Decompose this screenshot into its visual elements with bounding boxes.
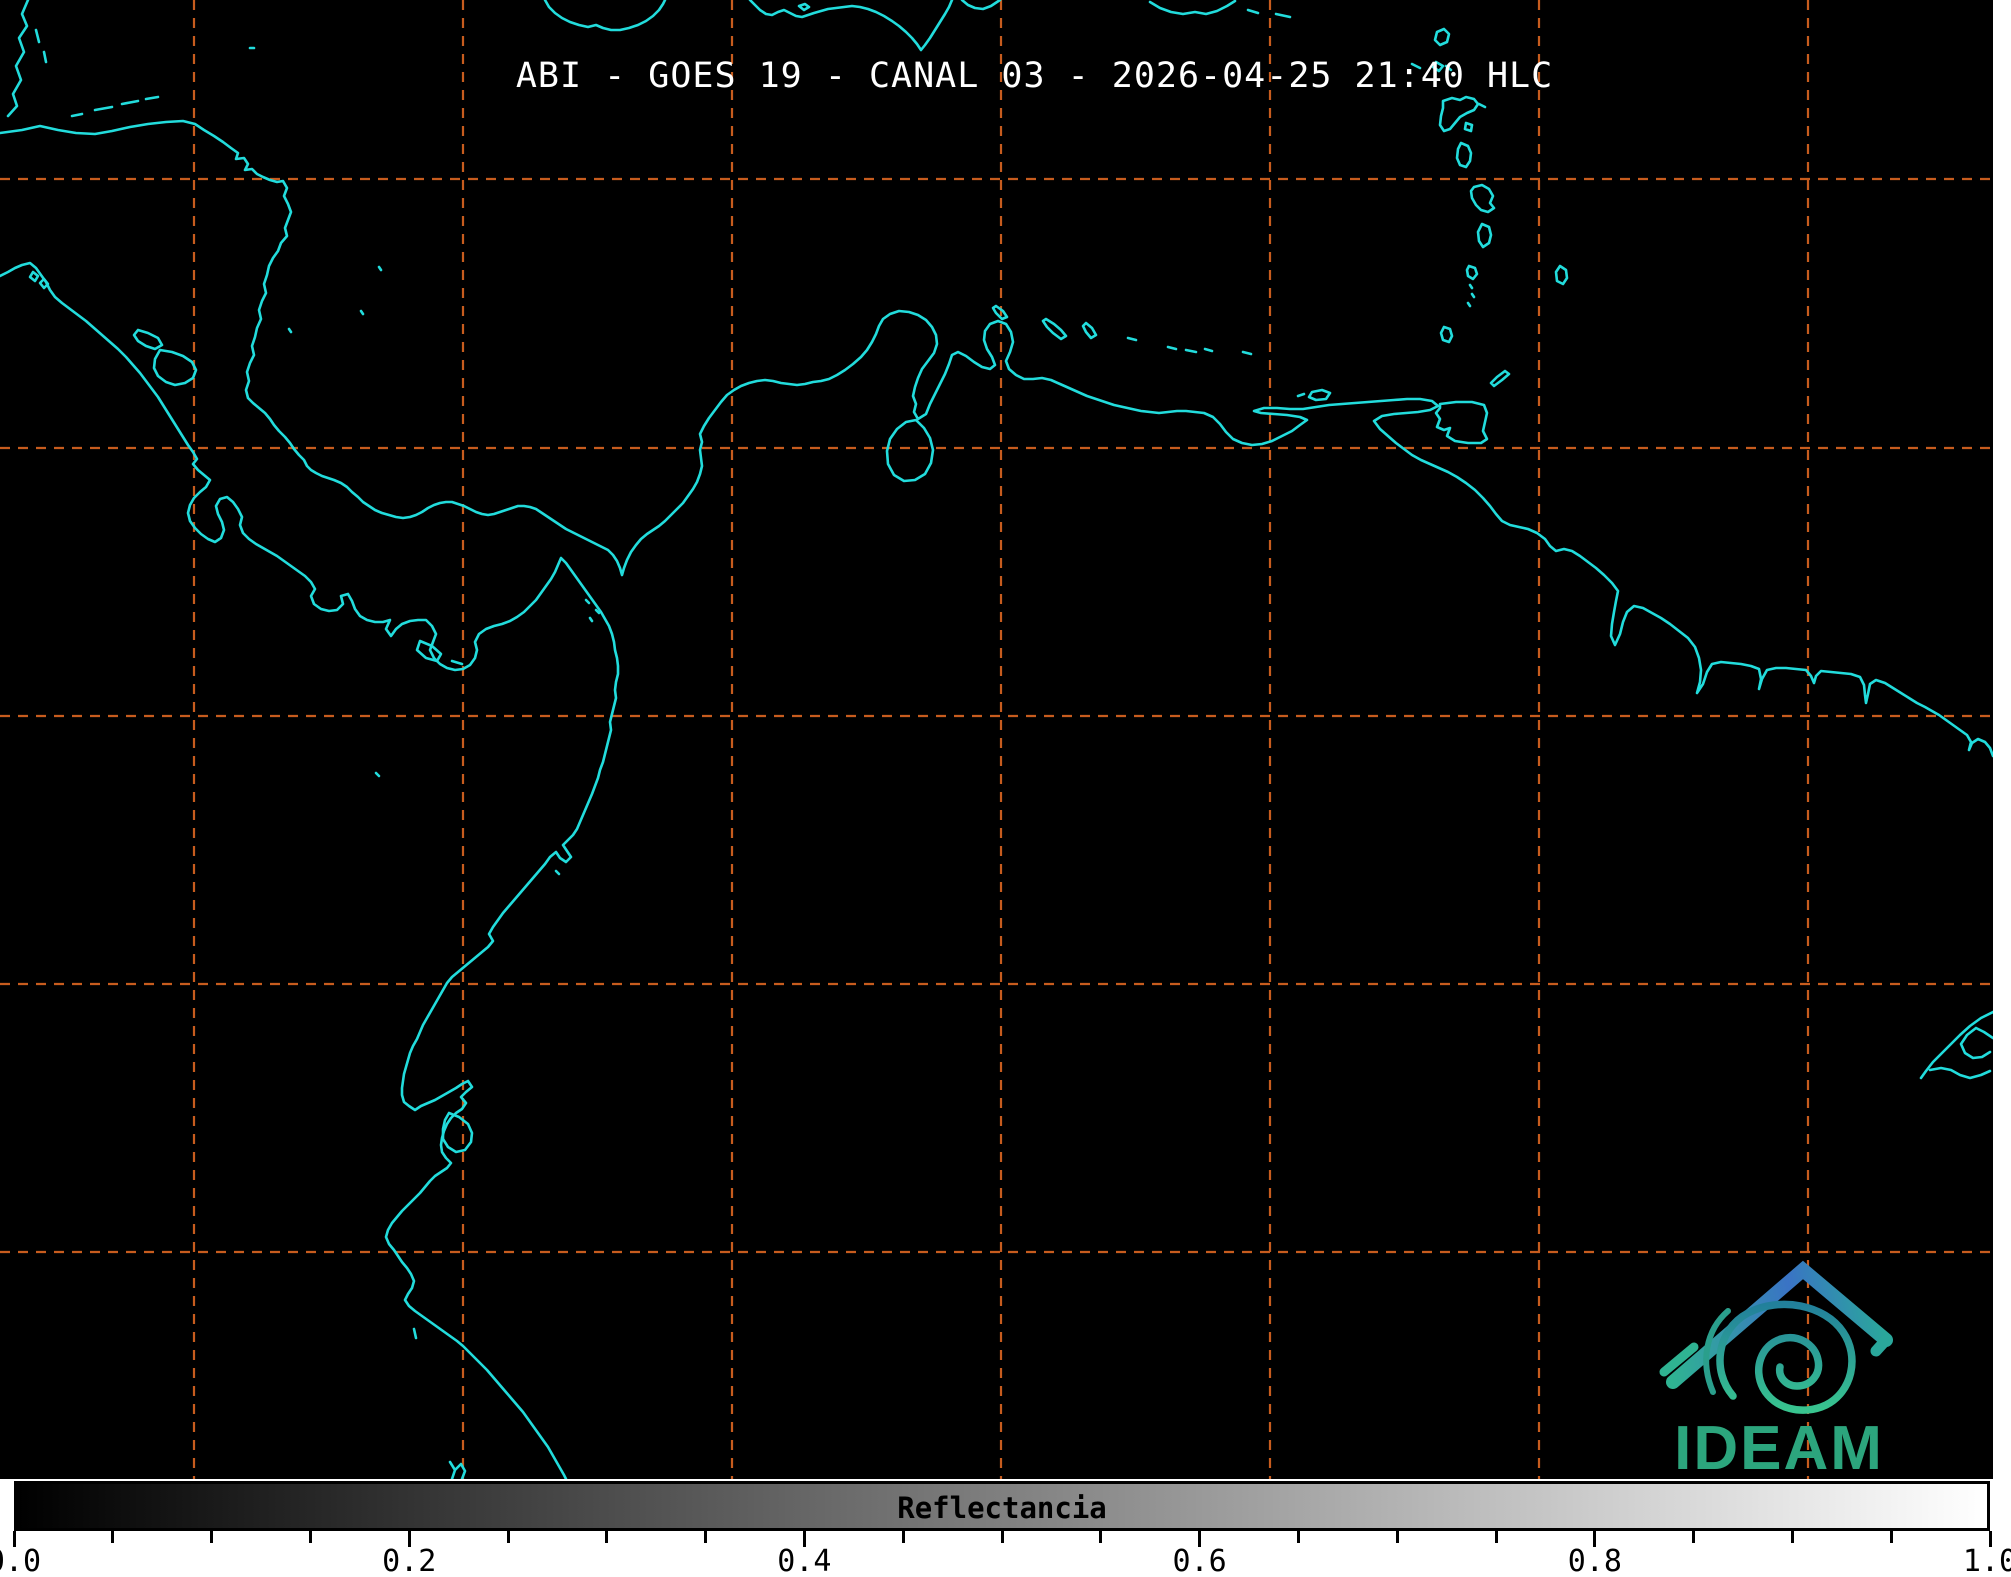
colorbar-tick-label: 0.0 (0, 1544, 41, 1577)
hurricane-spiral-icon (1706, 1304, 1852, 1410)
colorbar-tick (210, 1531, 213, 1543)
colorbar-tick-label: 0.4 (777, 1544, 831, 1577)
colorbar-tick (605, 1531, 608, 1543)
colorbar-tick-label: 0.6 (1173, 1544, 1227, 1577)
satellite-map: ABI - GOES 19 - CANAL 03 - 2026-04-25 21… (0, 0, 1993, 1479)
colorbar-tick (309, 1531, 312, 1543)
colorbar-tick (1396, 1531, 1399, 1543)
colorbar-tick (902, 1531, 905, 1543)
colorbar-tick-label: 1.0 (1963, 1544, 2011, 1577)
colorbar-tick (1495, 1531, 1498, 1543)
colorbar-tick-label: 0.2 (382, 1544, 436, 1577)
colorbar-tick-label: 0.8 (1568, 1544, 1622, 1577)
colorbar-tick (1001, 1531, 1004, 1543)
colorbar-tick (111, 1531, 114, 1543)
colorbar-tick (1297, 1531, 1300, 1543)
logo-text: IDEAM (1674, 1414, 1884, 1479)
colorbar-tick (1890, 1531, 1893, 1543)
figure: ABI - GOES 19 - CANAL 03 - 2026-04-25 21… (0, 0, 2011, 1577)
ideam-logo: IDEAM (0, 0, 1993, 1479)
colorbar-tick (1692, 1531, 1695, 1543)
colorbar-label: Reflectancia (14, 1491, 1990, 1525)
colorbar-tick (507, 1531, 510, 1543)
colorbar-tick (1791, 1531, 1794, 1543)
colorbar-tick (1099, 1531, 1102, 1543)
colorbar-tick (704, 1531, 707, 1543)
